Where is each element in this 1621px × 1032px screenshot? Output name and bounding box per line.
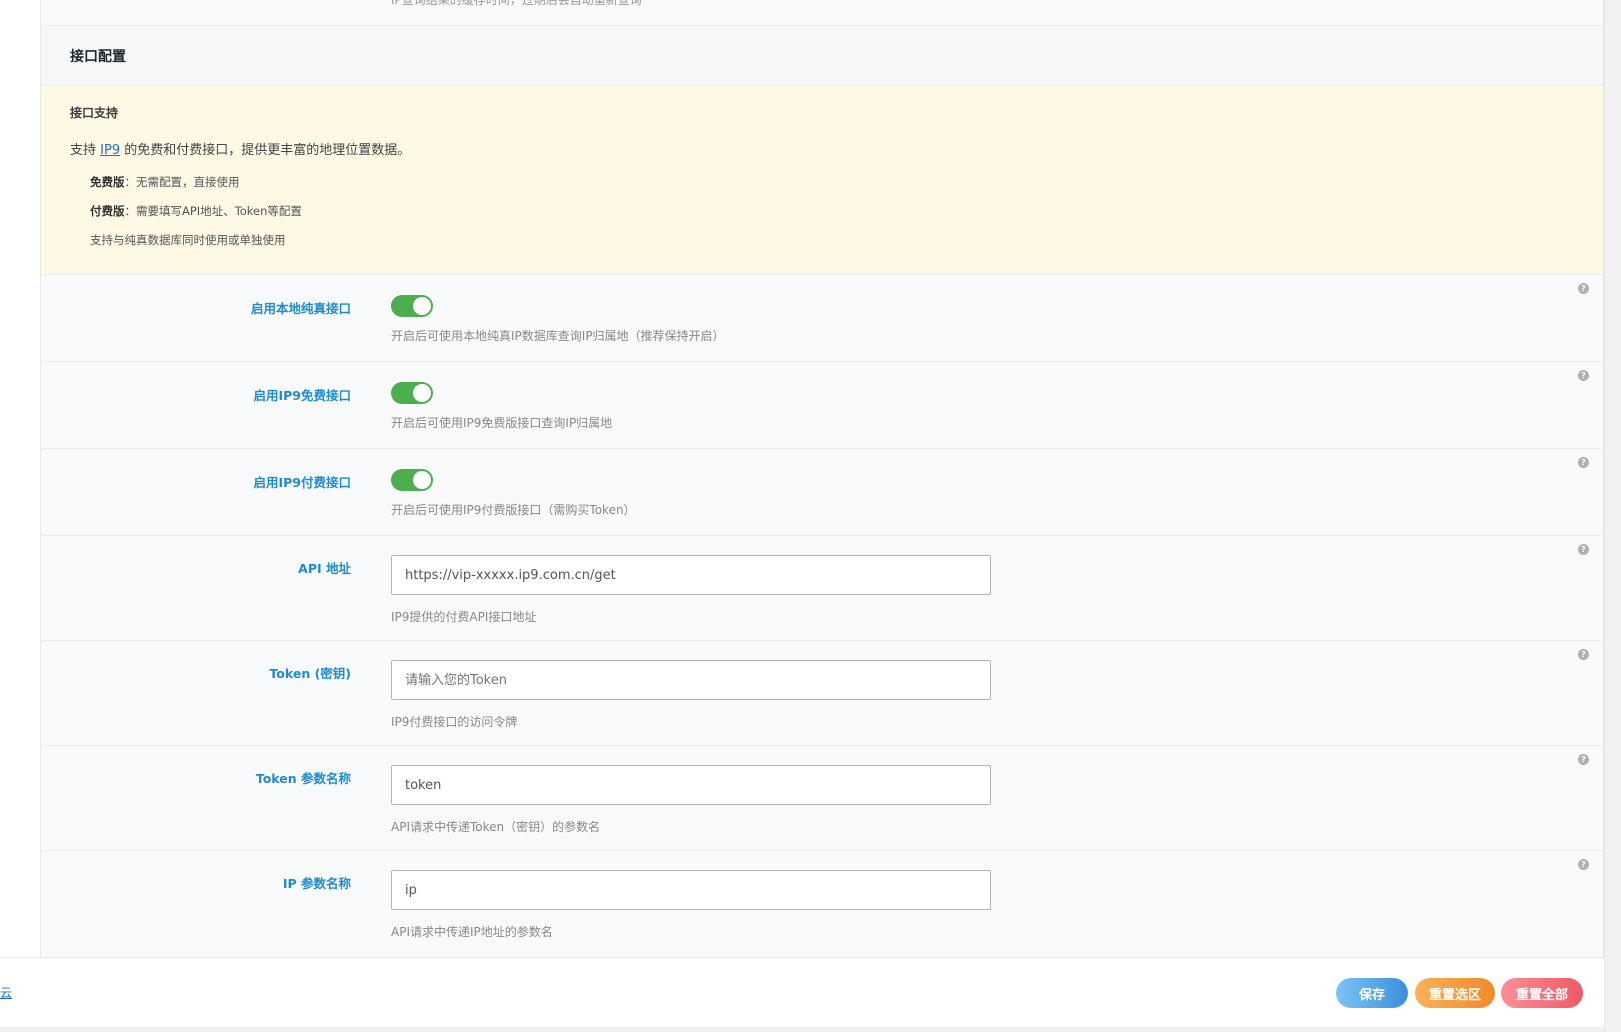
field-description: API请求中传递Token（密钥）的参数名 [391, 820, 601, 834]
bottom-strip [0, 1027, 1604, 1032]
reset-all-button[interactable]: 重置全部 [1501, 978, 1583, 1008]
field-label: API 地址 [298, 561, 351, 576]
help-icon[interactable]: ? [1578, 544, 1589, 555]
list-item: 支持与纯真数据库同时使用或单独使用 [90, 232, 1603, 248]
previous-field-description: IP查询结果的缓存时间，过期后会自动重新查询 [391, 0, 642, 7]
notice-title: 接口支持 [70, 106, 119, 120]
field-row-api-url: API 地址 IP9提供的付费API接口地址 ? [41, 536, 1603, 641]
notice-desc-prefix: 支持 [70, 143, 97, 158]
field-description: API请求中传递IP地址的参数名 [391, 925, 553, 939]
list-item-text: ：无需配置，直接使用 [124, 175, 240, 189]
notice-description: 支持 IP9 的免费和付费接口，提供更丰富的地理位置数据。 [70, 139, 1603, 158]
help-icon[interactable]: ? [1578, 283, 1589, 294]
field-label: Token (密钥) [269, 666, 351, 681]
help-icon[interactable]: ? [1578, 370, 1589, 381]
ip9-link[interactable]: IP9 [100, 143, 120, 158]
field-row-local-qqwry: 启用本地纯真接口 开启后可使用本地纯真IP数据库查询IP归属地（推荐保持开启） … [41, 275, 1603, 362]
save-button[interactable]: 保存 [1336, 978, 1408, 1008]
scrollbar-track[interactable] [1604, 0, 1621, 1032]
field-description: 开启后可使用本地纯真IP数据库查询IP归属地（推荐保持开启） [391, 329, 725, 343]
toggle-knob [413, 384, 431, 402]
list-item: 免费版：无需配置，直接使用 [90, 174, 1603, 190]
list-item-text: 支持与纯真数据库同时使用或单独使用 [90, 233, 286, 247]
notice-desc-suffix: 的免费和付费接口，提供更丰富的地理位置数据。 [124, 143, 411, 158]
help-icon[interactable]: ? [1578, 649, 1589, 660]
field-row-ip9-paid: 启用IP9付费接口 开启后可使用IP9付费版接口（需购买Token） ? [41, 449, 1603, 536]
list-item-text: ：需要填写API地址、Token等配置 [124, 204, 302, 218]
previous-field-row: IP查询结果的缓存时间，过期后会自动重新查询 [41, 0, 1603, 26]
help-icon[interactable]: ? [1578, 859, 1589, 870]
field-description: IP9付费接口的访问令牌 [391, 715, 518, 729]
api-url-input[interactable] [391, 555, 991, 595]
help-icon[interactable]: ? [1578, 754, 1589, 765]
ip9-free-toggle[interactable] [391, 382, 433, 404]
field-description: 开启后可使用IP9付费版接口（需购买Token） [391, 503, 636, 517]
list-item-label: 付费版 [90, 204, 125, 218]
footer-bar: 云 保存 重置选区 重置全部 [0, 957, 1604, 1027]
help-icon[interactable]: ? [1578, 457, 1589, 468]
field-row-token-param: Token 参数名称 API请求中传递Token（密钥）的参数名 ? [41, 746, 1603, 851]
field-label: 启用IP9付费接口 [253, 475, 351, 490]
field-row-ip-param: IP 参数名称 API请求中传递IP地址的参数名 ? [41, 851, 1603, 956]
field-label: 启用本地纯真接口 [250, 301, 351, 316]
field-row-ip9-free: 启用IP9免费接口 开启后可使用IP9免费版接口查询IP归属地 ? [41, 362, 1603, 449]
field-description: 开启后可使用IP9免费版接口查询IP归属地 [391, 416, 613, 430]
footer-link[interactable]: 云 [0, 984, 12, 1001]
toggle-knob [413, 297, 431, 315]
ip-param-input[interactable] [391, 870, 991, 910]
settings-panel: IP查询结果的缓存时间，过期后会自动重新查询 接口配置 接口支持 支持 IP9 … [40, 0, 1604, 957]
field-label: IP 参数名称 [282, 876, 351, 891]
list-item: 付费版：需要填写API地址、Token等配置 [90, 203, 1603, 219]
list-item-label: 免费版 [90, 175, 125, 189]
token-input[interactable] [391, 660, 991, 700]
ip9-paid-toggle[interactable] [391, 469, 433, 491]
reset-section-button[interactable]: 重置选区 [1415, 978, 1495, 1008]
field-label: Token 参数名称 [255, 771, 351, 786]
local-qqwry-toggle[interactable] [391, 295, 433, 317]
section-title: 接口配置 [41, 26, 1603, 86]
field-description: IP9提供的付费API接口地址 [391, 610, 537, 624]
toggle-knob [413, 471, 431, 489]
field-label: 启用IP9免费接口 [253, 388, 351, 403]
notice-box: 接口支持 支持 IP9 的免费和付费接口，提供更丰富的地理位置数据。 免费版：无… [41, 86, 1603, 275]
token-param-input[interactable] [391, 765, 991, 805]
notice-list: 免费版：无需配置，直接使用 付费版：需要填写API地址、Token等配置 支持与… [70, 174, 1603, 248]
field-row-token: Token (密钥) IP9付费接口的访问令牌 ? [41, 641, 1603, 746]
